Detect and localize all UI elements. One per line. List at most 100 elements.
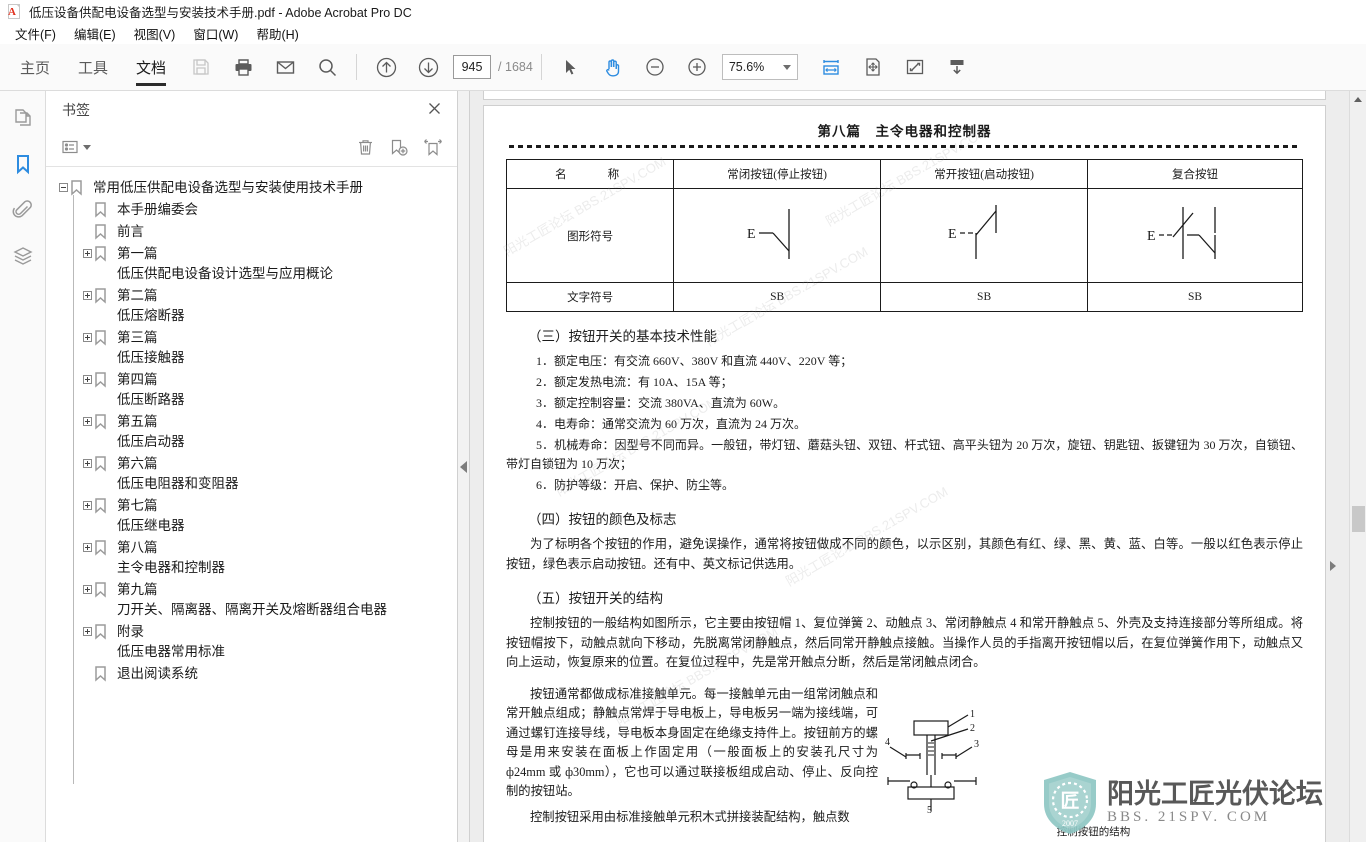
bookmark-item[interactable]: 第二篇 低压熔断器	[46, 285, 457, 327]
svg-text:5: 5	[927, 805, 932, 815]
td-text-nc: SB	[673, 282, 882, 312]
zoom-level-value: 75.6%	[728, 60, 765, 74]
bookmark-item-subtitle: 低压熔断器	[117, 308, 185, 323]
select-arrow-icon[interactable]	[550, 44, 592, 91]
expand-toggle[interactable]	[80, 622, 94, 642]
scroll-up-arrow[interactable]	[1350, 91, 1366, 108]
bookmark-icon	[94, 664, 114, 682]
expand-toggle[interactable]	[80, 454, 94, 474]
bookmarks-toolbar	[46, 129, 457, 167]
bookmark-item[interactable]: 第一篇 低压供配电设备设计选型与应用概论	[46, 243, 457, 285]
section4-paragraph: 为了标明各个按钮的作用，避免误操作，通常将按钮做成不同的颜色，以示区别，其颜色有…	[506, 537, 1303, 571]
hand-tool-icon[interactable]	[592, 44, 634, 91]
zoom-out-icon[interactable]	[634, 44, 676, 91]
document-scroll-area[interactable]: 阳光工匠论坛 BBS.21SPV.COM 阳光工匠论坛 BBS.21SPV.CO…	[470, 91, 1339, 842]
td-symbol-compound: E	[1087, 188, 1303, 283]
expand-toggle[interactable]	[80, 286, 94, 306]
bookmark-item[interactable]: 第八篇 主令电器和控制器	[46, 537, 457, 579]
section5-paragraph-3: 控制按钮采用由标准接触单元积木式拼接装配结构，触点数	[530, 809, 850, 824]
expand-toggle[interactable]	[80, 328, 94, 348]
document-viewport: 阳光工匠论坛 BBS.21SPV.COM 阳光工匠论坛 BBS.21SPV.CO…	[470, 91, 1366, 842]
close-icon[interactable]	[426, 100, 443, 121]
bookmark-item[interactable]: 附录 低压电器常用标准	[46, 621, 457, 663]
expand-toggle[interactable]	[80, 496, 94, 516]
previous-page-icon[interactable]	[365, 44, 407, 91]
bookmark-item-label: 第二篇 低压熔断器	[114, 286, 188, 326]
bookmarks-icon[interactable]	[8, 149, 38, 179]
expand-toggle[interactable]	[80, 580, 94, 600]
chevron-left-icon	[460, 460, 467, 473]
bookmark-item-label: 本手册编委会	[117, 202, 198, 217]
section3-item-1: 1．额定电压：有交流 660V、380V 和直流 440V、220V 等；	[536, 354, 853, 368]
fit-page-icon[interactable]	[852, 44, 894, 91]
menu-edit[interactable]: 编辑(E)	[65, 22, 125, 45]
collapse-toggle-root[interactable]	[56, 178, 70, 198]
tab-home[interactable]: 主页	[6, 44, 64, 91]
bookmark-icon	[94, 200, 114, 218]
svg-text:E: E	[1147, 229, 1156, 244]
th-no-button: 常开按钮(启动按钮)	[880, 159, 1089, 189]
bookmark-item[interactable]: 第三篇 低压接触器	[46, 327, 457, 369]
bookmark-item-subtitle: 低压供配电设备设计选型与应用概论	[117, 266, 333, 281]
fit-width-icon[interactable]	[810, 44, 852, 91]
title-bar: A 低压设备供配电设备选型与安装技术手册.pdf - Adobe Acrobat…	[0, 0, 1366, 22]
bookmark-item[interactable]: 第九篇 刀开关、隔离器、隔离开关及熔断器组合电器	[46, 579, 457, 621]
bookmark-item[interactable]: 第六篇 低压电阻器和变阻器	[46, 453, 457, 495]
expand-toggle[interactable]	[80, 244, 94, 264]
page-number-input[interactable]: 945	[453, 55, 492, 79]
bookmark-root[interactable]: 常用低压供配电设备选型与安装使用技术手册	[46, 177, 457, 199]
acrobat-window: A 低压设备供配电设备选型与安装技术手册.pdf - Adobe Acrobat…	[0, 0, 1366, 842]
table-symbol-row: 图形符号 E E E	[505, 188, 1303, 283]
menu-view[interactable]: 视图(V)	[125, 22, 185, 45]
scroll-down-icon[interactable]	[936, 44, 978, 91]
expand-toggle[interactable]	[80, 538, 94, 558]
email-icon[interactable]	[264, 44, 306, 91]
vertical-scrollbar[interactable]	[1349, 91, 1366, 842]
layers-icon[interactable]	[8, 241, 38, 271]
bookmark-icon	[94, 538, 114, 556]
bookmark-item[interactable]: 退出阅读系统	[46, 663, 457, 685]
bookmark-item[interactable]: 第五篇 低压启动器	[46, 411, 457, 453]
bookmark-icon	[94, 328, 114, 346]
th-compound-button: 复合按钮	[1087, 159, 1303, 189]
table-header-row: 名 称 常闭按钮(停止按钮) 常开按钮(启动按钮) 复合按钮	[505, 159, 1303, 189]
tab-document[interactable]: 文档	[122, 44, 180, 91]
pdf-file-icon: A	[8, 3, 22, 19]
bookmark-icon	[94, 496, 114, 514]
next-page-arrow-icon[interactable]	[1330, 561, 1336, 571]
bookmark-item-label: 第七篇 低压继电器	[114, 496, 188, 536]
new-bookmark-icon[interactable]	[389, 138, 409, 157]
menu-window[interactable]: 窗口(W)	[184, 22, 247, 45]
bookmark-item-subtitle: 刀开关、隔离器、隔离开关及熔断器组合电器	[117, 602, 387, 617]
tab-tools[interactable]: 工具	[64, 44, 122, 91]
bookmark-item-label: 前言	[117, 224, 144, 239]
bookmark-item[interactable]: 第四篇 低压断路器	[46, 369, 457, 411]
expand-toggle[interactable]	[80, 370, 94, 390]
chevron-down-icon	[782, 64, 791, 70]
menu-file[interactable]: 文件(F)	[6, 22, 65, 45]
menu-help[interactable]: 帮助(H)	[247, 22, 307, 45]
bookmark-item[interactable]: 本手册编委会	[46, 199, 457, 221]
bookmark-icon	[94, 244, 114, 262]
options-menu-icon[interactable]	[62, 139, 91, 156]
scrollbar-thumb[interactable]	[1352, 506, 1365, 532]
zoom-level-select[interactable]: 75.6%	[721, 54, 798, 80]
page-thumbnails-icon[interactable]	[8, 103, 38, 133]
next-page-icon[interactable]	[407, 44, 449, 91]
panel-collapse-handle[interactable]	[458, 91, 470, 842]
trash-icon[interactable]	[356, 138, 375, 157]
bookmark-item[interactable]: 前言	[46, 221, 457, 243]
print-icon[interactable]	[222, 44, 264, 91]
zoom-in-icon[interactable]	[676, 44, 718, 91]
attachments-icon[interactable]	[8, 195, 38, 225]
header-rule	[509, 145, 1300, 148]
search-icon[interactable]	[306, 44, 348, 91]
th-name: 名 称	[505, 159, 675, 189]
bookmark-icon	[94, 412, 114, 430]
expand-bookmarks-icon[interactable]	[423, 138, 443, 157]
bookmark-item[interactable]: 第七篇 低压继电器	[46, 495, 457, 537]
full-screen-icon[interactable]	[894, 44, 936, 91]
toolbar-divider-2	[540, 54, 542, 80]
save-icon[interactable]	[180, 44, 222, 91]
expand-toggle[interactable]	[80, 412, 94, 432]
